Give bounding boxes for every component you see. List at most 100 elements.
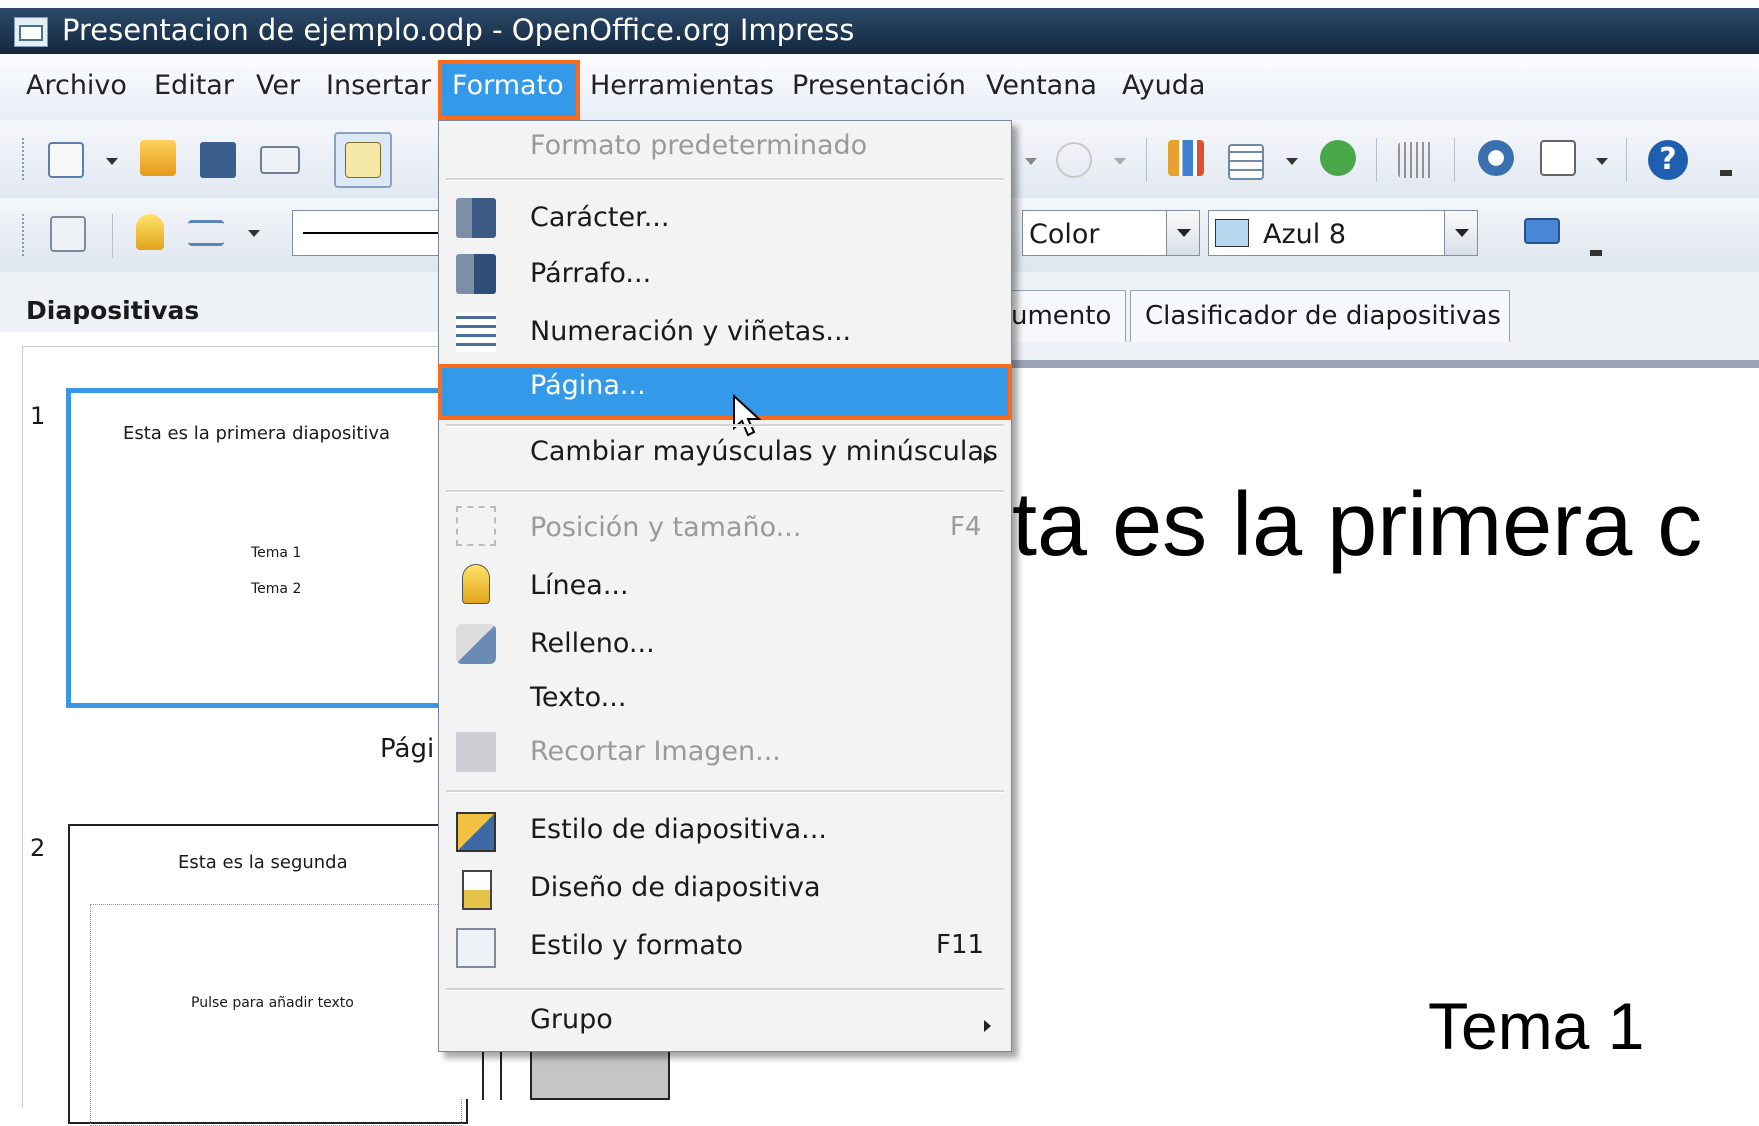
thumb-item: Tema 1 [251,545,302,561]
menu-formato[interactable]: Formato [452,70,564,101]
grid-icon[interactable] [1398,142,1434,178]
line-icon [462,564,490,604]
menu-item-position-size[interactable]: Posición y tamaño... [530,512,801,543]
window-title: Presentacion de ejemplo.odp - OpenOffice… [62,13,855,47]
menu-separator [446,490,1004,493]
area-style-dropdown-button[interactable] [1166,210,1200,256]
slide-title-text[interactable]: ta es la primera c [1012,474,1702,577]
menu-ayuda[interactable]: Ayuda [1122,70,1205,101]
color-swatch [1215,219,1249,247]
tab-slide-sorter[interactable]: Clasificador de diapositivas [1130,290,1510,342]
menu-item-group[interactable]: Grupo [530,1004,613,1035]
redo-dropdown-arrow[interactable] [1025,158,1037,165]
thumb-title: Esta es la segunda [178,852,348,873]
slide-number: 2 [30,834,46,862]
toolbar-grip[interactable] [22,138,28,180]
format-menu [438,120,1012,1052]
slides-pane-title: Diapositivas [26,296,200,325]
slide-caption: Pági [380,734,435,764]
menu-item-slide-layout[interactable]: Diseño de diapositiva [530,872,821,903]
slide-thumbnail-2[interactable]: Esta es la segunda Pulse para añadir tex… [68,824,468,1126]
menu-item-page[interactable]: Página... [530,370,646,401]
toolbar-separator [112,214,113,258]
menu-item-character[interactable]: Carácter... [530,202,669,233]
menu-item-styles-formatting[interactable]: Estilo y formato [530,930,743,961]
new-dropdown-arrow[interactable] [106,158,118,165]
position-size-icon [456,506,496,546]
toolbar-grip[interactable] [22,214,28,256]
fill-icon [456,624,496,664]
menu-item-bullets-numbering[interactable]: Numeración y viñetas... [530,316,851,347]
menu-item-paragraph[interactable]: Párrafo... [530,258,651,289]
open-folder-icon[interactable] [140,140,176,176]
toolbar-separator [1454,138,1455,182]
slide-layout-icon [462,870,492,910]
submenu-arrow-icon [984,452,991,464]
area-color-select[interactable]: Azul 8 [1208,210,1448,256]
table-dropdown-arrow[interactable] [1286,158,1298,165]
new-document-icon[interactable] [48,142,84,178]
toolbar-separator [1626,138,1627,182]
area-style-select[interactable]: Color [1022,210,1172,256]
toolbar-separator [1146,138,1147,182]
menu-insertar[interactable]: Insertar [326,70,431,101]
zoom-dropdown-arrow[interactable] [1596,158,1608,165]
slide-thumbnail-1[interactable]: Esta es la primera diapositiva Tema 1 Te… [66,388,476,708]
menu-item-slide-style[interactable]: Estilo de diapositiva... [530,814,827,845]
menu-item-fill[interactable]: Relleno... [530,628,655,659]
menu-separator [446,178,1004,181]
menu-editar[interactable]: Editar [154,70,234,101]
menu-item-text[interactable]: Texto... [530,682,626,713]
menu-item-default-formatting[interactable]: Formato predeterminado [530,130,867,161]
arrow-style-dropdown[interactable] [248,230,260,237]
save-icon[interactable] [200,142,236,178]
menu-archivo[interactable]: Archivo [26,70,127,101]
area-color-dropdown-button[interactable] [1444,210,1478,256]
crop-icon [456,732,496,772]
email-icon[interactable] [260,146,300,174]
chart-icon[interactable] [1168,140,1204,176]
impress-app-icon [14,17,48,47]
table-icon[interactable] [1228,144,1264,180]
thumb-item: Tema 2 [251,581,302,597]
toolbar-overflow-icon[interactable] [1590,250,1602,256]
zoom-icon[interactable] [1540,140,1576,176]
shortcut-f4: F4 [950,512,982,542]
slide-number: 1 [30,402,46,430]
menu-separator [446,424,1004,427]
styles-icon[interactable] [50,216,86,252]
thumb-title: Esta es la primera diapositiva [123,423,391,444]
menu-ventana[interactable]: Ventana [986,70,1097,101]
redo-arrow[interactable] [1114,158,1126,165]
navigator-icon[interactable] [1478,140,1514,176]
line-style-preview [303,232,443,234]
line-style-icon[interactable] [136,214,164,250]
line-style-select[interactable] [292,210,452,256]
menu-item-line[interactable]: Línea... [530,570,629,601]
gallery-icon[interactable] [1320,140,1356,176]
toolbar-overflow-icon[interactable] [1720,170,1732,176]
styles-formatting-icon [456,928,496,968]
menu-item-page-highlight [438,364,1012,420]
area-color-label: Azul 8 [1263,219,1347,250]
menu-item-crop-image[interactable]: Recortar Imagen... [530,736,781,767]
redo-icon[interactable] [1056,142,1092,178]
thumb-placeholder-text: Pulse para añadir texto [191,995,354,1011]
menu-presentacion[interactable]: Presentación [792,70,966,101]
tab-handout[interactable]: umento [1000,290,1126,342]
slide-bullet-text[interactable]: Tema 1 [1428,988,1644,1064]
thumb-content-placeholder: Pulse para añadir texto [90,904,462,1126]
arrow-style-icon[interactable] [188,220,224,246]
edit-mode-button[interactable] [334,132,392,188]
slide-style-icon [456,812,496,852]
bullets-icon [456,312,496,352]
toolbar-separator [1376,138,1377,182]
shortcut-f11: F11 [936,930,985,960]
edit-pencil-icon [345,142,381,178]
menu-herramientas[interactable]: Herramientas [590,70,774,101]
menu-separator [446,790,1004,793]
menu-ver[interactable]: Ver [256,70,300,101]
menu-item-change-case[interactable]: Cambiar mayúsculas y minúsculas [530,436,998,467]
help-icon[interactable]: ? [1648,140,1688,180]
shadow-icon[interactable] [1524,218,1560,244]
